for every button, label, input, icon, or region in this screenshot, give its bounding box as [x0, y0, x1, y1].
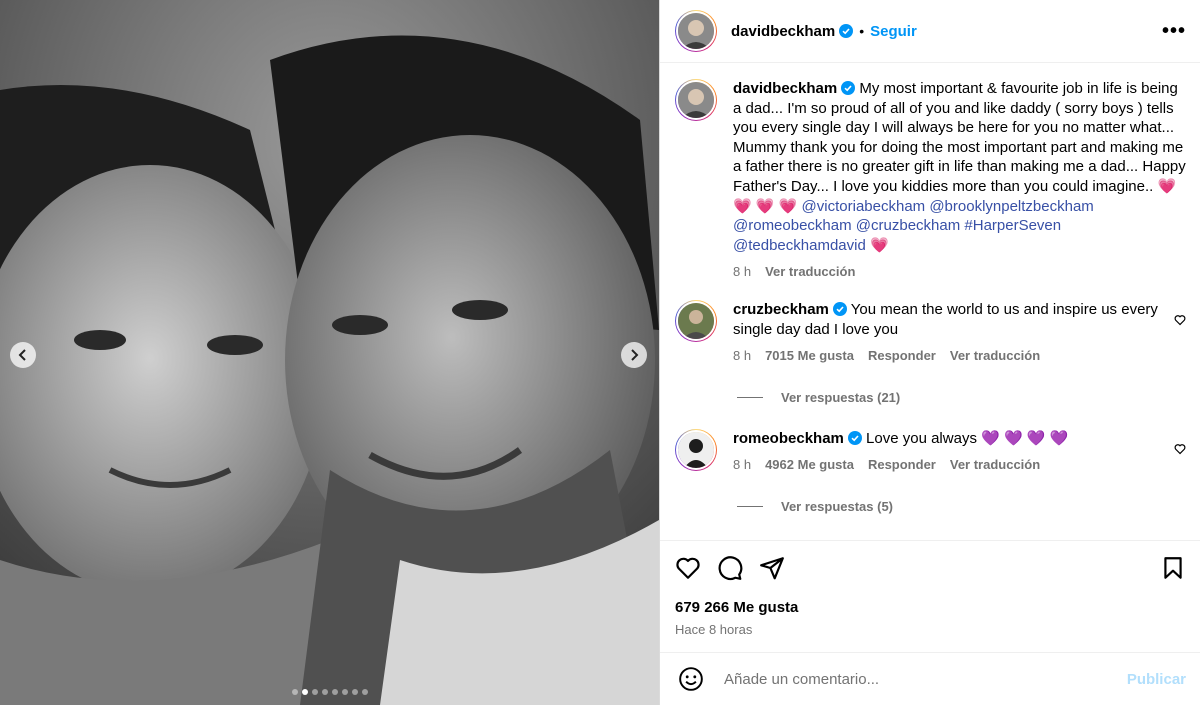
comment-input[interactable]	[722, 669, 1127, 689]
carousel-dot	[301, 689, 308, 695]
share-icon[interactable]	[759, 555, 785, 581]
mention-link[interactable]: @tedbeckhamdavid	[733, 237, 866, 254]
view-replies-button[interactable]: Ver respuestas (5)	[737, 499, 1186, 514]
end-heart: 💗	[869, 236, 889, 254]
replies-divider	[737, 396, 763, 398]
verified-icon	[832, 301, 847, 316]
previous-slide-button[interactable]	[10, 342, 36, 368]
mention-link[interactable]: @cruzbeckham	[856, 217, 960, 234]
comment-heart-icon[interactable]	[1174, 314, 1186, 326]
more-icon[interactable]: •••	[1162, 20, 1186, 43]
add-comment-bar: Publicar	[660, 652, 1200, 705]
view-replies-label: Ver respuestas (5)	[781, 498, 894, 514]
post-time: Hace 8 horas	[675, 622, 753, 637]
reply-button[interactable]: Responder	[868, 455, 936, 475]
caption: davidbeckham My most important & favouri…	[675, 79, 1186, 282]
post-photo	[0, 0, 659, 705]
caption-username[interactable]: davidbeckham	[733, 80, 837, 97]
translate-link[interactable]: Ver traducción	[950, 346, 1040, 366]
carousel-dot	[341, 689, 348, 695]
carousel-dot	[291, 689, 298, 695]
caption-meta: 8 h Ver traducción	[733, 262, 1186, 282]
translate-link[interactable]: Ver traducción	[765, 262, 855, 282]
publish-button[interactable]: Publicar	[1127, 671, 1186, 688]
chevron-left-icon	[18, 349, 26, 361]
post-media[interactable]	[0, 0, 659, 705]
likes-count[interactable]: 679 266 Me gusta	[675, 599, 1186, 616]
mention-link[interactable]: @brooklynpeltzbeckham	[929, 198, 1093, 215]
comment-username[interactable]: romeobeckham	[733, 430, 844, 447]
comment-item: romeobeckham Love you always 💜 💜 💜 💜 8 h…	[675, 428, 1186, 475]
caption-text: My most important & favourite job in lif…	[733, 80, 1186, 195]
view-replies-label: Ver respuestas (21)	[781, 389, 901, 405]
post-sidebar: davidbeckham • Seguir ••• davidbeckham M…	[659, 0, 1200, 705]
chevron-right-icon	[631, 349, 639, 361]
bookmark-icon[interactable]	[1160, 555, 1186, 581]
follow-button[interactable]: Seguir	[870, 23, 917, 40]
heart-icon[interactable]	[675, 555, 701, 581]
translate-link[interactable]: Ver traducción	[950, 455, 1040, 475]
comment-heart-icon[interactable]	[1174, 443, 1186, 455]
carousel-dot	[311, 689, 318, 695]
carousel-dot	[351, 689, 358, 695]
comments-section: davidbeckham My most important & favouri…	[660, 63, 1200, 540]
comment-meta: 8 h 7015 Me gusta Responder Ver traducci…	[733, 346, 1174, 366]
comment-text: Love you always	[866, 429, 982, 447]
comment-username[interactable]: cruzbeckham	[733, 301, 829, 318]
comment-likes[interactable]: 4962 Me gusta	[765, 455, 854, 475]
mention-link[interactable]: @romeobeckham	[733, 217, 852, 234]
post-actions: 679 266 Me gusta Hace 8 horas	[660, 540, 1200, 652]
separator-dot: •	[859, 23, 865, 39]
comment-emoji: 💜 💜 💜 💜	[981, 429, 1069, 447]
comment-meta: 8 h 4962 Me gusta Responder Ver traducci…	[733, 455, 1174, 475]
view-replies-button[interactable]: Ver respuestas (21)	[737, 390, 1186, 405]
carousel-dot	[331, 689, 338, 695]
carousel-indicator	[0, 689, 659, 695]
comment-likes[interactable]: 7015 Me gusta	[765, 346, 854, 366]
replies-divider	[737, 505, 763, 507]
verified-icon	[841, 81, 856, 95]
avatar[interactable]	[675, 79, 717, 121]
verified-icon	[847, 430, 862, 445]
avatar[interactable]	[675, 299, 717, 342]
comment-item: cruzbeckham You mean the world to us and…	[675, 299, 1186, 366]
mention-link[interactable]: @victoriabeckham	[802, 198, 926, 215]
instagram-post: davidbeckham • Seguir ••• davidbeckham M…	[0, 0, 1200, 705]
next-slide-button[interactable]	[621, 342, 647, 368]
comment-icon[interactable]	[717, 555, 743, 581]
header-username[interactable]: davidbeckham	[731, 23, 835, 40]
comment-time: 8 h	[733, 457, 752, 473]
reply-button[interactable]: Responder	[868, 346, 936, 366]
caption-time: 8 h	[733, 264, 752, 280]
hashtag-link[interactable]: #HarperSeven	[964, 217, 1061, 234]
emoji-icon[interactable]	[678, 666, 704, 692]
carousel-dot	[321, 689, 328, 695]
verified-icon	[839, 24, 854, 38]
carousel-dot	[361, 689, 368, 695]
avatar[interactable]	[675, 10, 717, 52]
comment-time: 8 h	[733, 348, 752, 364]
post-header: davidbeckham • Seguir •••	[660, 0, 1200, 63]
avatar[interactable]	[675, 428, 717, 471]
